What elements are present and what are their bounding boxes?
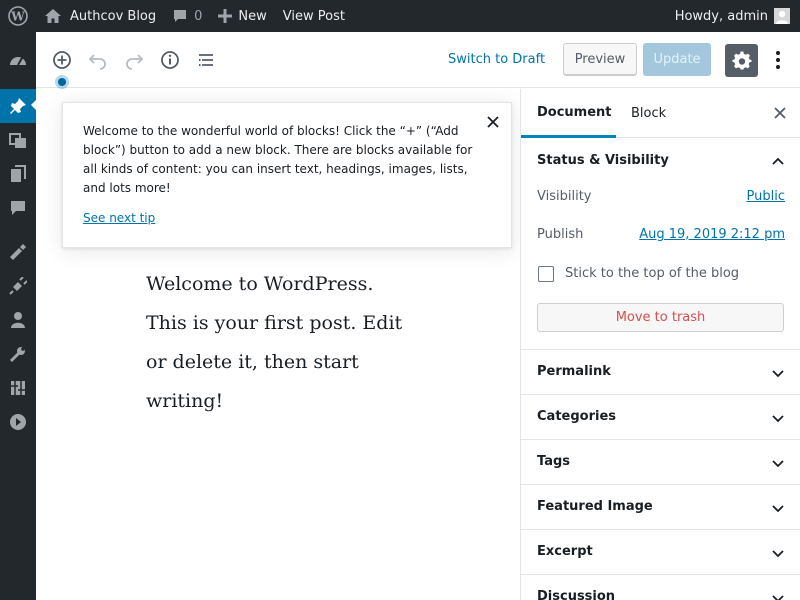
permalink-panel[interactable]: Permalink (521, 350, 800, 395)
redo-button[interactable] (122, 48, 146, 72)
pages-icon[interactable] (0, 157, 36, 191)
panel-title: Tags (537, 454, 571, 469)
chevron-down-icon (771, 366, 785, 380)
view-post-link[interactable]: View Post (275, 0, 353, 32)
close-tip-button[interactable] (485, 114, 501, 130)
move-to-trash-button[interactable]: Move to trash (537, 303, 784, 332)
settings-toggle-button[interactable] (725, 44, 758, 77)
tip-indicator (55, 75, 69, 89)
comment-count: 0 (194, 8, 203, 24)
tab-document[interactable]: Document (521, 89, 616, 138)
status-visibility-toggle[interactable]: Status & Visibility (537, 153, 669, 168)
status-visibility-panel: Status & Visibility Visibility Public Pu… (521, 138, 800, 350)
avatar (774, 8, 790, 24)
admin-sidebar (0, 32, 37, 600)
featured-image-panel[interactable]: Featured Image (521, 485, 800, 530)
visibility-label: Visibility (537, 189, 592, 204)
publish-date-toggle[interactable]: Aug 19, 2019 2:12 pm (639, 227, 785, 242)
panel-title: Permalink (537, 364, 611, 379)
comments-link[interactable]: 0 (164, 0, 210, 32)
see-next-tip-link[interactable]: See next tip (83, 211, 155, 225)
stick-to-top-label: Stick to the top of the blog (565, 266, 740, 281)
redo-icon (126, 54, 144, 70)
more-vertical-icon (776, 51, 780, 69)
update-button[interactable]: Update (643, 43, 711, 76)
users-icon[interactable] (0, 303, 36, 337)
preview-button[interactable]: Preview (563, 43, 637, 76)
block-navigation-button[interactable] (194, 48, 218, 72)
tip-text: Welcome to the wonderful world of blocks… (83, 124, 473, 195)
home-icon (44, 8, 62, 24)
comment-bubble-icon (172, 8, 188, 24)
content-info-button[interactable] (158, 48, 182, 72)
settings-icon[interactable] (0, 371, 36, 405)
panel-title: Discussion (537, 589, 616, 600)
new-label: New (238, 8, 267, 24)
post-paragraph-block[interactable]: Welcome to WordPress. This is your first… (146, 265, 406, 421)
undo-button[interactable] (86, 48, 110, 72)
chevron-down-icon (771, 591, 785, 600)
new-content-link[interactable]: New (210, 0, 274, 32)
tools-icon[interactable] (0, 337, 36, 371)
site-name-link[interactable]: Authcov Blog (36, 0, 164, 32)
dashboard-icon[interactable] (0, 44, 36, 78)
posts-icon[interactable] (0, 89, 37, 123)
tags-panel[interactable]: Tags (521, 440, 800, 485)
howdy-label: Howdy, admin (674, 8, 768, 24)
panel-title: Categories (537, 409, 617, 424)
plugins-icon[interactable] (0, 269, 36, 303)
chevron-down-icon (771, 546, 785, 560)
settings-sidebar: Document Block Status & Visibility Visib… (520, 89, 800, 600)
chevron-down-icon (771, 456, 785, 470)
chevron-up-icon[interactable] (771, 154, 785, 168)
publish-label: Publish (537, 227, 584, 242)
sidebar-tabs: Document Block (521, 89, 800, 138)
welcome-tip-popover: Welcome to the wonderful world of blocks… (62, 102, 512, 248)
chevron-down-icon (771, 501, 785, 515)
admin-bar: W Authcov Blog 0 New View Post Howdy, ad… (0, 0, 800, 32)
appearance-icon[interactable] (0, 235, 36, 269)
plus-icon (218, 9, 233, 23)
close-icon (487, 116, 499, 128)
info-icon (161, 51, 179, 69)
panel-title: Featured Image (537, 499, 653, 514)
list-icon (199, 54, 213, 66)
excerpt-panel[interactable]: Excerpt (521, 530, 800, 575)
editor-toolbar: Switch to Draft Preview Update (36, 32, 800, 89)
categories-panel[interactable]: Categories (521, 395, 800, 440)
switch-to-draft-button[interactable]: Switch to Draft (448, 52, 545, 67)
collapse-icon[interactable] (0, 405, 36, 439)
comments-icon[interactable] (0, 191, 36, 225)
media-icon[interactable] (0, 123, 36, 157)
site-name-label: Authcov Blog (70, 8, 157, 24)
gear-icon (731, 50, 751, 70)
chevron-down-icon (771, 411, 785, 425)
more-tools-button[interactable] (766, 48, 790, 72)
account-menu[interactable]: Howdy, admin (675, 0, 800, 32)
close-settings-button[interactable] (773, 106, 787, 120)
panel-title: Excerpt (537, 544, 593, 559)
stick-to-top-checkbox[interactable] (538, 266, 554, 282)
wordpress-logo-icon[interactable]: W (0, 0, 36, 32)
undo-icon (88, 54, 106, 70)
visibility-toggle[interactable]: Public (747, 189, 785, 204)
svg-text:W: W (10, 10, 25, 24)
plus-circle-icon (53, 51, 71, 69)
tab-block[interactable]: Block (631, 89, 666, 138)
add-block-button[interactable] (50, 48, 74, 72)
discussion-panel[interactable]: Discussion (521, 575, 800, 600)
close-icon (774, 107, 786, 119)
